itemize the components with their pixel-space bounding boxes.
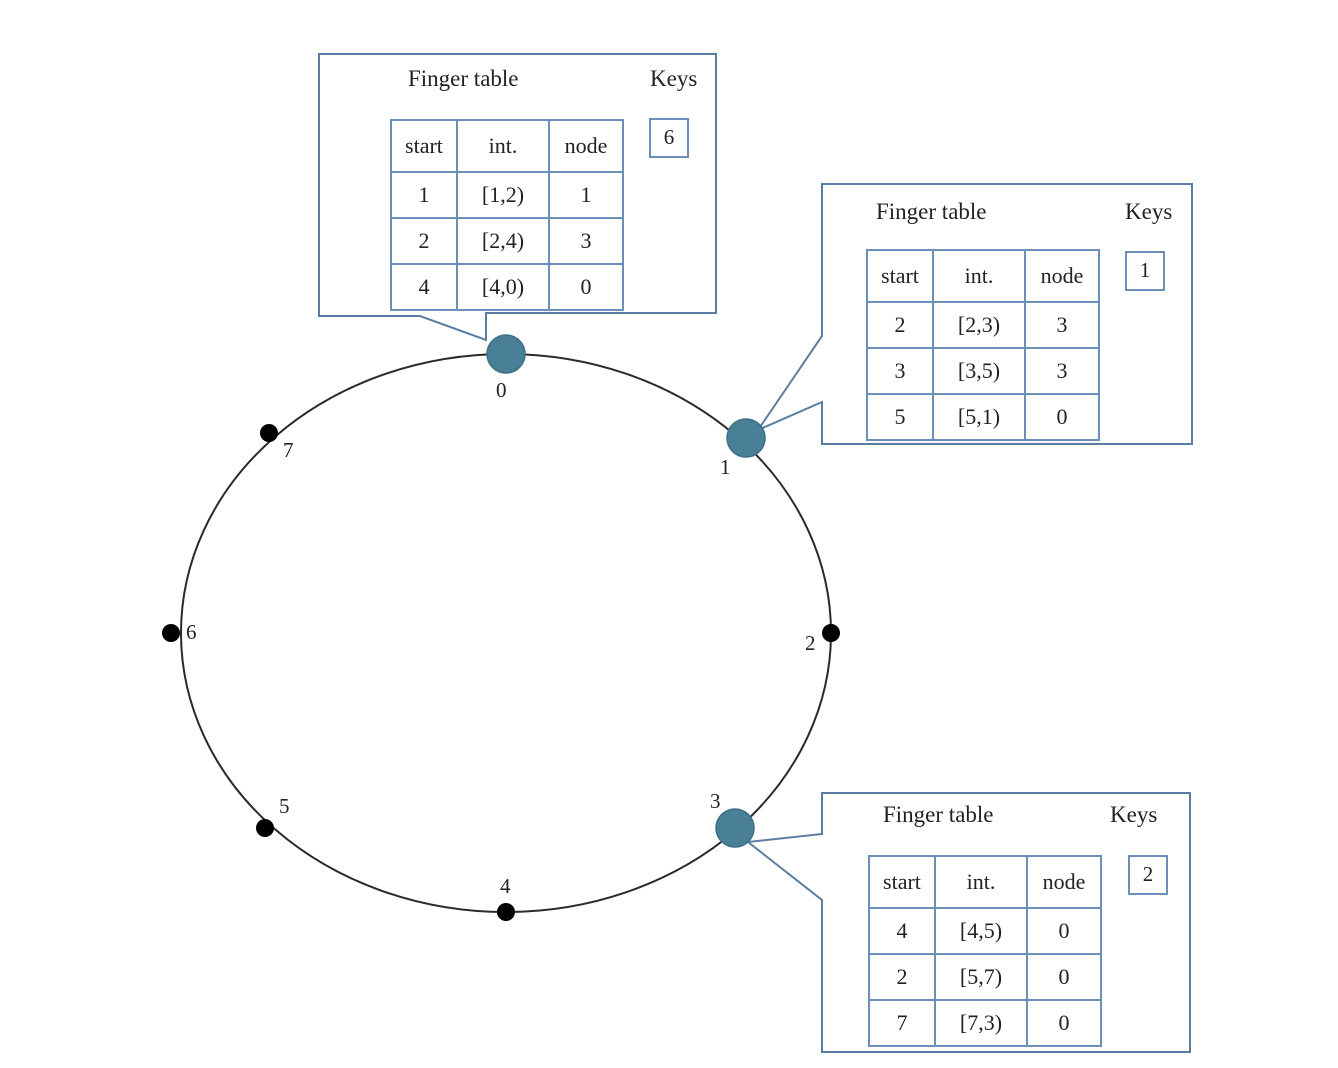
finger-table: start int. node 2 [2,3) 3 3 [3,5) 3 5 [5… xyxy=(866,249,1100,441)
table-row: 2 [5,7) 0 xyxy=(868,953,1102,1001)
cell-interval: [2,3) xyxy=(932,301,1026,349)
cell-start: 4 xyxy=(868,907,936,955)
table-row: 2 [2,3) 3 xyxy=(866,301,1100,349)
cell-node: 0 xyxy=(1026,953,1102,1001)
cell-node: 0 xyxy=(1024,393,1100,441)
cell-node: 3 xyxy=(1024,347,1100,395)
ring-node-0[interactable] xyxy=(486,334,526,374)
cell-node: 0 xyxy=(1026,999,1102,1047)
cell-interval: [5,1) xyxy=(932,393,1026,441)
cell-node: 1 xyxy=(548,171,624,219)
col-header-node: node xyxy=(1026,855,1102,909)
keys-title: Keys xyxy=(1125,199,1173,224)
cell-start: 5 xyxy=(866,393,934,441)
table-row: 5 [5,1) 0 xyxy=(866,393,1100,441)
col-header-node: node xyxy=(1024,249,1100,303)
col-header-start: start xyxy=(866,249,934,303)
key-value: 2 xyxy=(1128,855,1168,895)
col-header-int: int. xyxy=(932,249,1026,303)
ring-label-2: 2 xyxy=(805,631,816,655)
ring-label-5: 5 xyxy=(279,794,290,818)
ring-node-7[interactable] xyxy=(260,424,278,442)
keys-title: Keys xyxy=(650,66,698,91)
cell-interval: [2,4) xyxy=(456,217,550,265)
ring-label-4: 4 xyxy=(500,874,511,898)
cell-interval: [4,5) xyxy=(934,907,1028,955)
ring-label-7: 7 xyxy=(283,438,294,462)
finger-table: start int. node 1 [1,2) 1 2 [2,4) 3 4 [4… xyxy=(390,119,624,311)
ring-label-1: 1 xyxy=(720,455,731,479)
cell-interval: [7,3) xyxy=(934,999,1028,1047)
finger-table-title: Finger table xyxy=(408,66,519,91)
ring-label-3: 3 xyxy=(710,789,721,813)
cell-node: 3 xyxy=(1024,301,1100,349)
ring-node-2[interactable] xyxy=(822,624,840,642)
cell-node: 3 xyxy=(548,217,624,265)
finger-table-title: Finger table xyxy=(883,802,994,827)
ring-label-0: 0 xyxy=(496,378,507,402)
cell-start: 4 xyxy=(390,263,458,311)
ring-node-3[interactable] xyxy=(715,808,755,848)
ring-node-6[interactable] xyxy=(162,624,180,642)
table-row: 3 [3,5) 3 xyxy=(866,347,1100,395)
finger-table-title: Finger table xyxy=(876,199,987,224)
ring-node-1[interactable] xyxy=(726,418,766,458)
ring-node-4[interactable] xyxy=(497,903,515,921)
table-row: 2 [2,4) 3 xyxy=(390,217,624,265)
table-row: 7 [7,3) 0 xyxy=(868,999,1102,1047)
col-header-int: int. xyxy=(456,119,550,173)
ring-label-6: 6 xyxy=(186,620,197,644)
cell-start: 7 xyxy=(868,999,936,1047)
col-header-int: int. xyxy=(934,855,1028,909)
cell-interval: [1,2) xyxy=(456,171,550,219)
ring-node-5[interactable] xyxy=(256,819,274,837)
cell-interval: [5,7) xyxy=(934,953,1028,1001)
table-row: 4 [4,0) 0 xyxy=(390,263,624,311)
cell-start: 2 xyxy=(868,953,936,1001)
key-value: 6 xyxy=(649,118,689,158)
table-row: 1 [1,2) 1 xyxy=(390,171,624,219)
col-header-node: node xyxy=(548,119,624,173)
cell-interval: [3,5) xyxy=(932,347,1026,395)
keys-title: Keys xyxy=(1110,802,1158,827)
col-header-start: start xyxy=(390,119,458,173)
key-value: 1 xyxy=(1125,251,1165,291)
cell-node: 0 xyxy=(548,263,624,311)
cell-start: 2 xyxy=(866,301,934,349)
table-row: 4 [4,5) 0 xyxy=(868,907,1102,955)
chord-ring-diagram: 0 1 2 3 4 5 6 7 xyxy=(162,53,1193,1053)
cell-node: 0 xyxy=(1026,907,1102,955)
finger-table: start int. node 4 [4,5) 0 2 [5,7) 0 7 [7… xyxy=(868,855,1102,1047)
cell-start: 3 xyxy=(866,347,934,395)
col-header-start: start xyxy=(868,855,936,909)
cell-interval: [4,0) xyxy=(456,263,550,311)
cell-start: 2 xyxy=(390,217,458,265)
cell-start: 1 xyxy=(390,171,458,219)
